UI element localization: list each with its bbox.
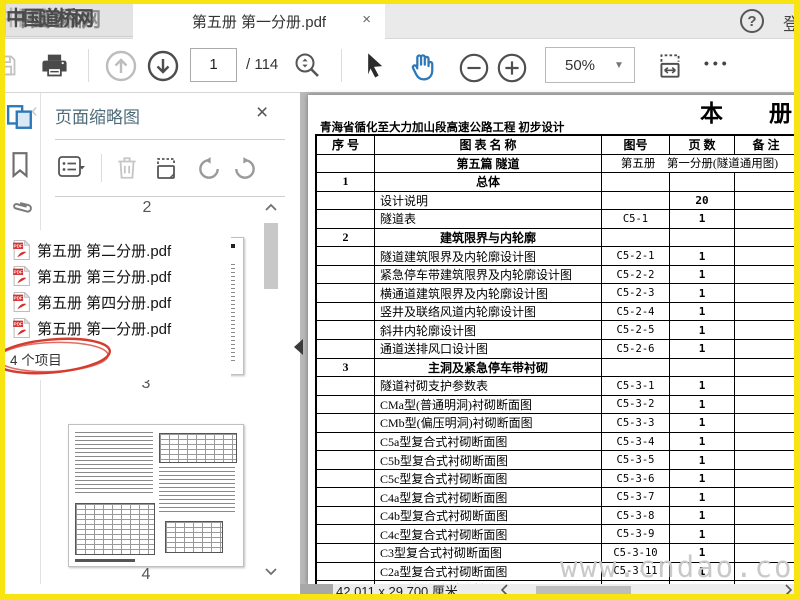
page-thumbnails-icon[interactable] [6,103,34,131]
table-header-row: 序 号 图 表 名 称 图号 页 数 备 注 [317,136,797,155]
main-toolbar: 1 / 114 50% ▼ ••• [0,39,800,93]
page-4-thumbnail[interactable] [68,424,244,567]
tab-title: 第五册 第一分册.pdf [191,13,327,31]
zoom-out-icon[interactable] [458,52,490,84]
table-row: 1 总体 [317,173,797,192]
print-icon[interactable] [40,51,69,80]
red-circle-annotation [0,337,111,375]
table-row: 第五篇 隧道 第五册 第一分册(隧道通用图) [317,154,797,174]
attachments-icon[interactable] [2,192,39,229]
fit-width-icon[interactable] [655,51,685,81]
zoom-level-select[interactable]: 50% ▼ [545,47,635,83]
table-row: C5b型复合式衬砌断面图 C5-3-5 1 [317,451,797,470]
page-number-input[interactable]: 1 [190,48,237,82]
document-tab[interactable]: 第五册 第一分册.pdf × [133,3,385,39]
delete-page-icon[interactable] [115,155,139,181]
zoom-level-value: 50% [564,56,596,74]
table-row: CMb型(偏压明洞)衬砌断面图 C5-3-3 1 [317,414,797,433]
panel-pointer-icon: ‹ [31,100,38,122]
project-title: 青海省循化至大力加山段高速公路工程 初步设计 [320,122,565,134]
scroll-down-icon[interactable] [263,566,279,578]
scrollbar-corner [300,584,333,596]
table-row: 竖井及联络风道内轮廓设计图 C5-2-4 1 [317,302,797,322]
table-row: CMa型(普通明洞)衬砌断面图 C5-3-2 1 [317,395,797,415]
table-row: 斜井内轮廓设计图 C5-2-5 1 [317,321,797,341]
extract-page-icon[interactable] [152,155,180,183]
toc-table: 序 号 图 表 名 称 图号 页 数 备 注 第五篇 隧道 第五册 第一分册(隧… [315,134,799,600]
previous-page-icon[interactable] [104,49,138,83]
next-page-icon[interactable] [146,49,180,83]
table-row: 横通道建筑限界及内轮廓设计图 C5-2-3 1 [317,284,797,303]
file-name: 第五册 第二分册.pdf [37,242,172,260]
file-name: 第五册 第四分册.pdf [37,294,172,312]
tab-close-icon[interactable]: × [362,11,371,29]
toc-table-body: 第五篇 隧道 第五册 第一分册(隧道通用图) 1 总体 设计说明 20 隧道表 … [317,154,797,600]
svg-text:PDF: PDF [14,244,23,249]
more-tools-icon[interactable]: ••• [704,55,731,71]
page-total-label: / 114 [246,56,279,73]
pdf-file-icon: PDF [13,265,31,286]
file-list-item[interactable]: PDF 第五册 第二分册.pdf [13,239,171,261]
panel-scrollbar-thumb[interactable] [264,223,278,289]
rotate-right-icon[interactable] [232,156,258,182]
file-name: 第五册 第三分册.pdf [37,268,172,286]
table-row: C4c型复合式衬砌断面图 C5-3-9 1 [317,525,797,545]
file-list-item[interactable]: PDF 第五册 第四分册.pdf [13,291,171,313]
table-row: C5c型复合式衬砌断面图 C5-3-6 1 [317,469,797,489]
table-row: 3 主洞及紧急停车带衬砌 [317,358,797,378]
table-row: C4a型复合式衬砌断面图 C5-3-7 1 [317,488,797,507]
table-row: 隧道表 C5-1 1 [317,210,797,229]
zoom-in-icon[interactable] [496,52,528,84]
pdf-file-icon: PDF [13,291,31,312]
help-icon[interactable]: ? [740,9,764,33]
collapse-panel-icon[interactable] [294,339,303,355]
tab-bar: 中国道桥网 第五册 第一分册.pdf × ? 登 [0,3,800,39]
table-row: 通道送排风口设计图 C5-2-6 1 [317,340,797,359]
svg-text:PDF: PDF [14,270,23,275]
table-row: 2 建筑限界与内轮廓 [317,228,797,248]
thumbnail-options-icon[interactable] [58,155,88,181]
scroll-left-icon[interactable] [500,584,510,596]
svg-text:PDF: PDF [14,296,23,301]
scroll-up-icon[interactable] [263,201,279,213]
chevron-down-icon: ▼ [614,59,624,71]
pdf-viewer-window: 中国道桥网 第五册 第一分册.pdf × ? 登 1 / 114 50% ▼ •… [0,0,800,600]
pdf-file-icon: PDF [13,239,31,260]
page-size-label: 42.011 x 29.700 厘米 [336,584,458,596]
table-row: 紧急停车带建筑限界及内轮廓设计图 C5-2-2 1 [317,265,797,285]
table-row: 隧道衬砌支护参数表 C5-3-1 1 [317,377,797,396]
table-row: C5a型复合式衬砌断面图 C5-3-4 1 [317,432,797,452]
svg-text:PDF: PDF [14,322,23,327]
rotate-left-icon[interactable] [196,156,222,182]
status-bar: 42.011 x 29.700 厘米 [300,584,800,596]
panel-title: 页面缩略图 [55,108,140,127]
table-row: 隧道建筑限界及内轮廓设计图 C5-2-1 1 [317,247,797,266]
thumb-label-2: 2 [142,199,152,216]
hand-tool-icon[interactable] [406,50,438,82]
marquee-zoom-icon[interactable] [292,51,322,81]
file-list-item[interactable]: PDF 第五册 第三分册.pdf [13,265,171,287]
bookmarks-icon[interactable] [8,151,32,179]
thumb-label-4: 4 [141,566,151,583]
save-icon[interactable] [0,52,19,79]
table-row: 设计说明 20 [317,191,797,211]
login-label[interactable]: 登 [783,10,800,35]
horizontal-scrollbar-thumb[interactable] [536,586,631,595]
scroll-right-icon[interactable] [783,584,793,596]
panel-close-icon[interactable]: × [256,101,268,125]
topleft-watermark: 中国道桥网 [5,4,135,37]
bottomright-watermark: www.cndao.com [560,550,800,584]
table-row: C4b型复合式衬砌断面图 C5-3-8 1 [317,506,797,526]
volume-corner-title: 本 册 [700,101,792,126]
select-tool-icon[interactable] [360,51,388,79]
